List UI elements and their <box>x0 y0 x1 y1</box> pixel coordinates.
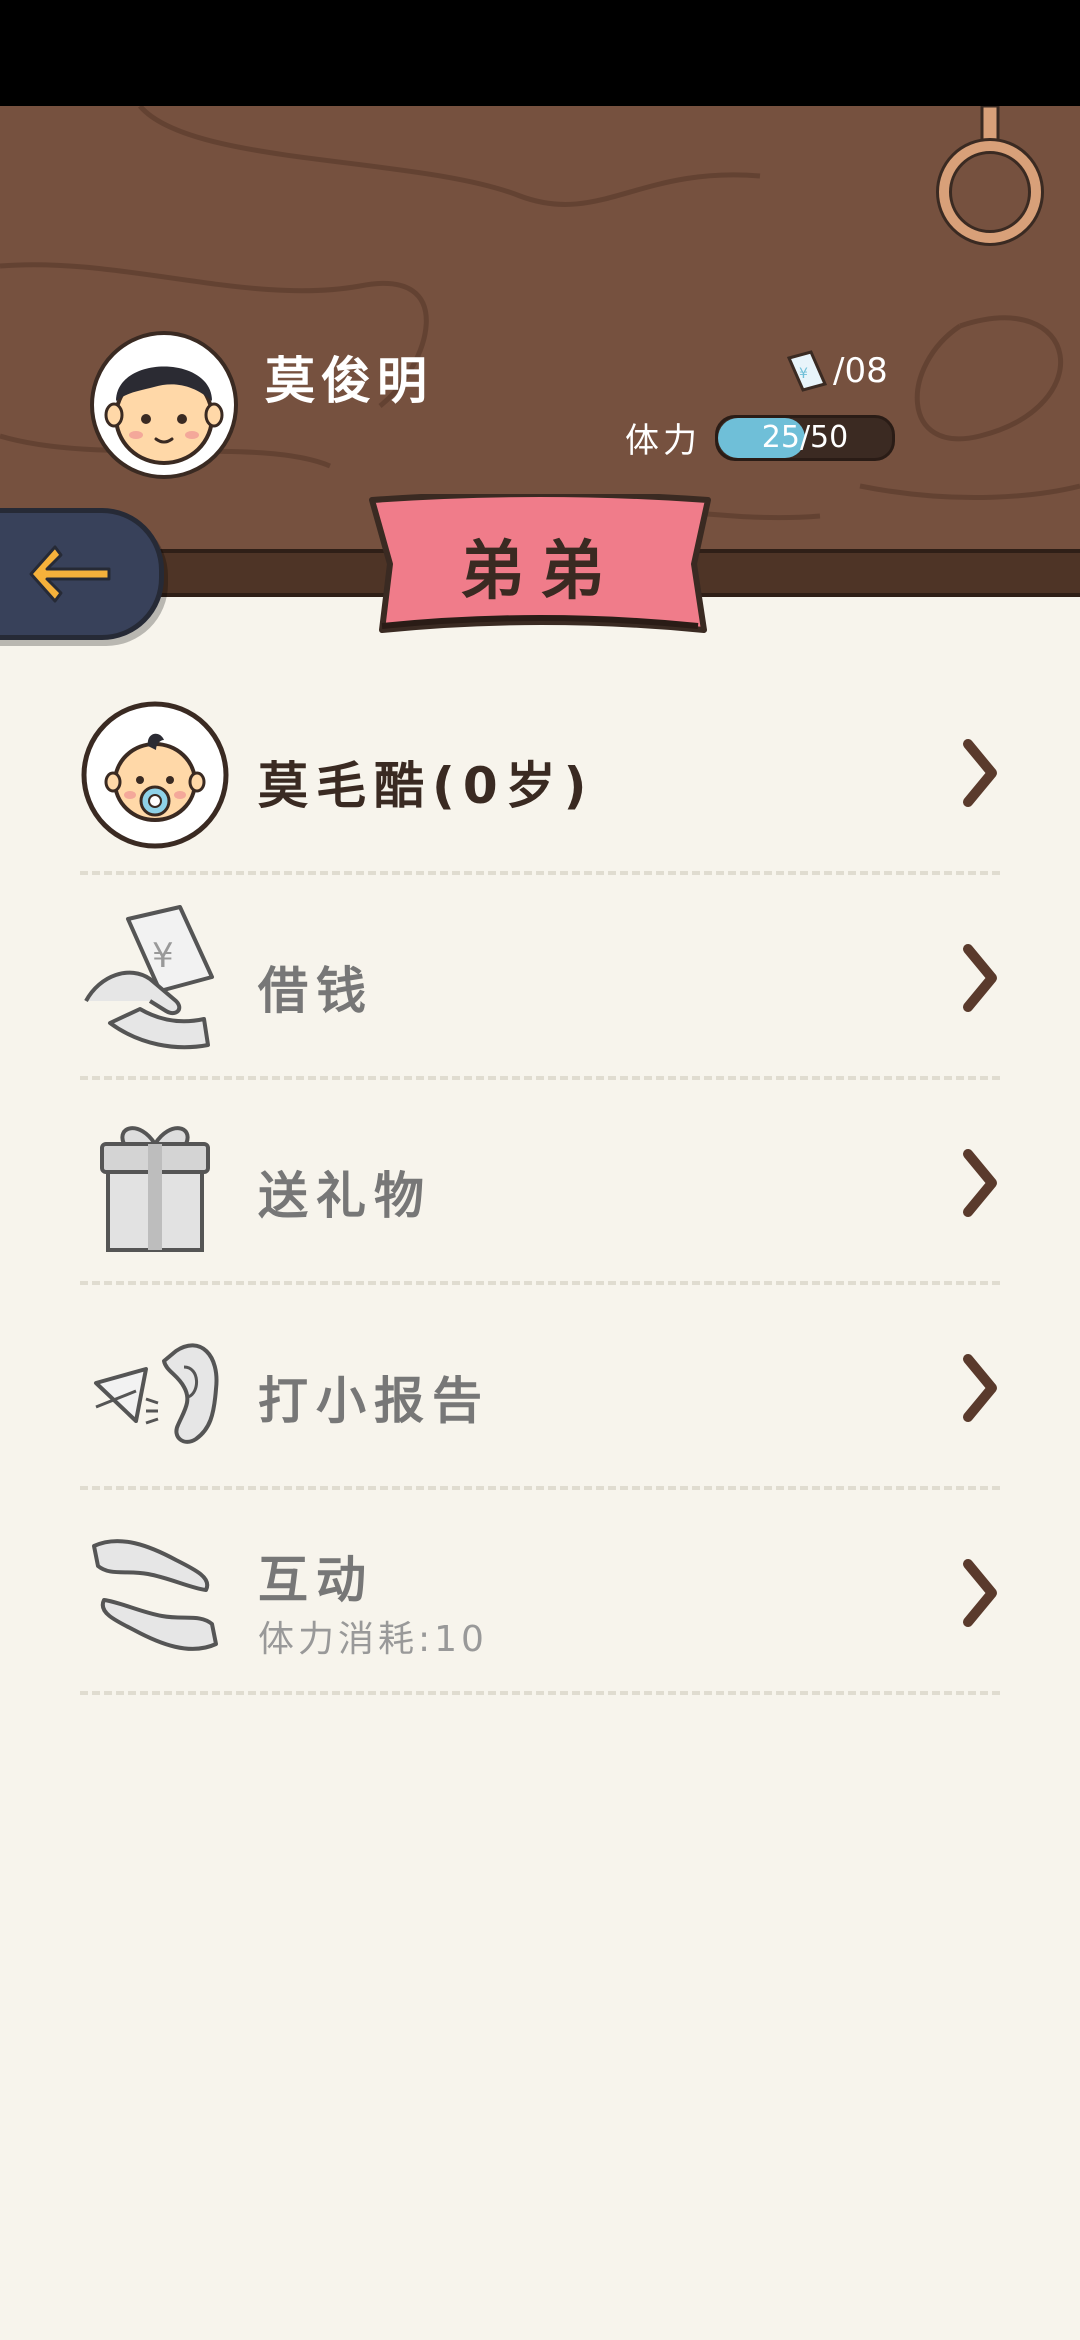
money-note-icon: ¥ <box>786 350 828 392</box>
player-name: 莫俊明 <box>265 352 433 410</box>
interact-label: 互动 <box>258 1551 374 1609</box>
divider <box>80 1691 1000 1695</box>
stamina-label: 体力 <box>625 421 701 461</box>
arrow-left-icon <box>29 545 111 603</box>
player-avatar[interactable] <box>90 331 238 479</box>
money-value: /08 <box>833 351 888 391</box>
give-gift-label: 送礼物 <box>258 1167 432 1225</box>
list-item-borrow-money[interactable]: ¥ 借钱 <box>80 875 1000 1080</box>
report-label: 打小报告 <box>258 1372 490 1430</box>
wood-texture <box>0 106 1080 529</box>
stamina-display: 体力 25/50 <box>625 413 895 462</box>
interact-icon <box>80 1520 230 1670</box>
ear-whisper-icon <box>80 1315 230 1465</box>
borrow-money-label: 借钱 <box>258 962 374 1020</box>
page-title-ribbon: 弟弟 <box>368 494 712 638</box>
baby-avatar-icon <box>80 700 230 850</box>
chevron-right-icon <box>963 1559 997 1627</box>
svg-text:¥: ¥ <box>152 936 174 976</box>
page-title: 弟弟 <box>460 535 620 609</box>
status-bar <box>0 0 1080 106</box>
chevron-right-icon <box>963 739 997 807</box>
chevron-right-icon <box>963 1354 997 1422</box>
list-item-give-gift[interactable]: 送礼物 <box>80 1080 1000 1285</box>
boy-face-icon <box>104 366 224 465</box>
stamina-value: 25/50 <box>761 419 849 455</box>
stamina-bar: 25/50 <box>715 414 895 461</box>
gift-icon <box>80 1110 230 1260</box>
money-display: ¥ /08 <box>785 346 888 396</box>
list-item-interact[interactable]: 互动 体力消耗:10 <box>80 1490 1000 1695</box>
money-hand-icon: ¥ <box>80 905 230 1055</box>
back-button[interactable] <box>0 508 164 640</box>
hanging-ring-icon <box>936 106 1044 246</box>
list-item-brother[interactable]: 莫毛酷(0岁) <box>80 670 1000 875</box>
svg-text:¥: ¥ <box>799 366 808 382</box>
interact-cost: 体力消耗:10 <box>258 1619 488 1660</box>
profile-header: 莫俊明 ¥ /08 体力 25/50 <box>0 106 1080 550</box>
list-item-report[interactable]: 打小报告 <box>80 1285 1000 1490</box>
brother-name: 莫毛酷(0岁) <box>258 757 595 815</box>
chevron-right-icon <box>963 944 997 1012</box>
chevron-right-icon <box>963 1149 997 1217</box>
